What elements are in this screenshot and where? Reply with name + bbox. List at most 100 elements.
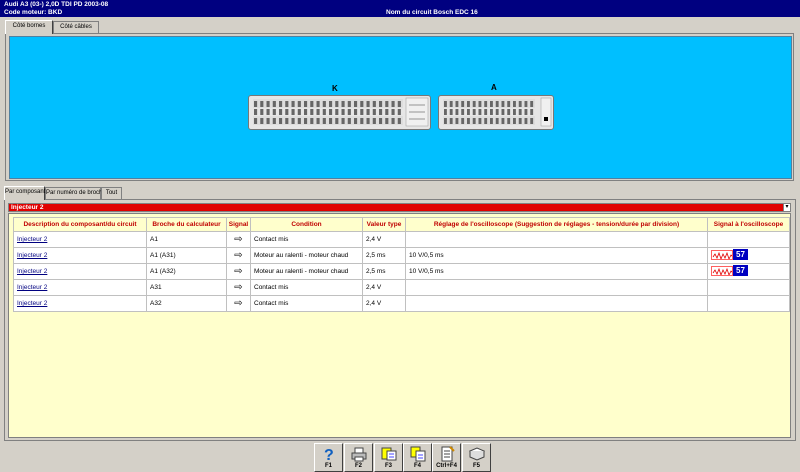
connector-pin xyxy=(366,109,370,115)
component-link[interactable]: Injecteur 2 xyxy=(13,231,147,248)
pin-cell: A31 xyxy=(146,279,227,296)
scope-signal-button[interactable]: 57 xyxy=(711,265,748,277)
col-header-reglage-oscilloscope: Réglage de l'oscilloscope (Suggestion de… xyxy=(405,217,708,232)
component-selector[interactable]: Injecteur 2 ▾ xyxy=(8,203,791,212)
scope-setting-cell: 10 V/0,5 ms xyxy=(405,247,708,264)
component-link[interactable]: Injecteur 2 xyxy=(13,295,147,312)
connector-pin xyxy=(279,118,283,124)
connector-pin xyxy=(260,109,264,115)
print-preview-button[interactable]: F3 xyxy=(374,443,403,472)
print-button[interactable]: F2 xyxy=(344,443,373,472)
manual-button[interactable]: F5 xyxy=(462,443,491,472)
results-table: Description du composant/du circuit Broc… xyxy=(13,217,790,312)
help-button[interactable]: ? F1 xyxy=(314,443,343,472)
connector-pin xyxy=(449,118,453,124)
connector-pin xyxy=(490,109,493,115)
connector-pin xyxy=(530,109,534,115)
col-header-signal-oscilloscope: Signal à l'oscilloscope xyxy=(707,217,790,232)
connector-pin xyxy=(472,109,476,115)
signal-arrow-icon[interactable]: ⇨ xyxy=(226,279,251,296)
connector-pin xyxy=(272,101,276,107)
connector-pin xyxy=(372,109,376,115)
connector-pin xyxy=(449,109,453,115)
key-label: F5 xyxy=(472,463,480,469)
col-header-signal: Signal xyxy=(226,217,251,232)
scope-signal-button[interactable]: 57 xyxy=(711,249,748,261)
tab-par-composant[interactable]: Par composant xyxy=(4,186,45,200)
connector-pin xyxy=(385,101,389,107)
connector-pin xyxy=(372,118,376,124)
connector-pin xyxy=(279,109,283,115)
connector-pin xyxy=(518,118,522,124)
scope-signal-number: 57 xyxy=(733,265,748,277)
connector-pin xyxy=(341,118,345,124)
connector-k[interactable] xyxy=(248,95,431,130)
notes-button[interactable]: Ctrl+F4 xyxy=(432,443,461,472)
signal-arrow-icon[interactable]: ⇨ xyxy=(226,295,251,312)
connector-pin xyxy=(444,118,447,124)
connector-pin xyxy=(484,101,488,107)
col-header-valeur-type: Valeur type xyxy=(362,217,406,232)
connector-pin xyxy=(266,109,270,115)
connector-pin xyxy=(507,118,511,124)
signal-arrow-icon[interactable]: ⇨ xyxy=(226,231,251,248)
scope-setting-cell xyxy=(405,279,708,296)
table-row: Injecteur 2 A1 ⇨ Contact mis 2,4 V xyxy=(13,231,790,248)
connector-a[interactable] xyxy=(438,95,554,130)
connector-a-label: A xyxy=(491,83,497,92)
vehicle-title: Audi A3 (03-) 2,0D TDI PD 2003-08 xyxy=(4,1,109,8)
connector-pin xyxy=(490,118,493,124)
table-row: Injecteur 2 A31 ⇨ Contact mis 2,4 V xyxy=(13,279,790,296)
print-icon xyxy=(351,447,367,462)
connector-pin xyxy=(360,101,364,107)
connector-pin xyxy=(472,118,476,124)
scope-signal-cell: 57 xyxy=(707,247,790,264)
table-row: Injecteur 2 A1 (A31) ⇨ Moteur au ralenti… xyxy=(13,247,790,264)
scope-setting-cell: 10 V/0,5 ms xyxy=(405,263,708,280)
scope-signal-number: 57 xyxy=(733,249,748,261)
value-cell: 2,5 ms xyxy=(362,247,406,264)
connector-pin xyxy=(285,109,289,115)
connector-pin xyxy=(461,109,465,115)
signal-arrow-icon[interactable]: ⇨ xyxy=(226,263,251,280)
connector-pin xyxy=(501,101,505,107)
value-cell: 2,5 ms xyxy=(362,263,406,280)
dropdown-arrow-icon[interactable]: ▾ xyxy=(783,203,791,212)
key-label: F1 xyxy=(324,463,332,469)
signal-arrow-icon[interactable]: ⇨ xyxy=(226,247,251,264)
scope-signal-cell xyxy=(707,295,790,312)
component-link[interactable]: Injecteur 2 xyxy=(13,279,147,296)
connector-pin xyxy=(272,118,276,124)
connector-pin xyxy=(335,109,339,115)
connector-pin xyxy=(478,118,482,124)
component-link[interactable]: Injecteur 2 xyxy=(13,247,147,264)
connector-pin xyxy=(322,101,326,107)
component-link[interactable]: Injecteur 2 xyxy=(13,263,147,280)
connector-pin xyxy=(513,109,516,115)
tab-cote-bornes[interactable]: Côté bornes xyxy=(5,20,53,34)
connector-pin xyxy=(297,118,301,124)
notes-icon xyxy=(441,446,455,462)
pin-cell: A1 xyxy=(146,231,227,248)
connector-pin xyxy=(484,118,488,124)
engine-code: Code moteur: BKD xyxy=(4,9,63,16)
connector-pin xyxy=(530,118,534,124)
value-cell: 2,4 V xyxy=(362,231,406,248)
connector-pin xyxy=(467,109,470,115)
connector-pin xyxy=(524,101,528,107)
connector-pin xyxy=(322,109,326,115)
connector-pin xyxy=(495,109,499,115)
connector-pin xyxy=(322,118,326,124)
connector-pin xyxy=(507,101,511,107)
copy-button[interactable]: F4 xyxy=(403,443,432,472)
key-label: F2 xyxy=(354,463,362,469)
connector-pin xyxy=(397,101,401,107)
condition-cell: Contact mis xyxy=(250,279,363,296)
connector-pin xyxy=(272,109,276,115)
connector-pin xyxy=(391,101,395,107)
title-bar: Audi A3 (03-) 2,0D TDI PD 2003-08 Code m… xyxy=(0,0,800,17)
table-row: Injecteur 2 A1 (A32) ⇨ Moteur au ralenti… xyxy=(13,263,790,280)
connector-pin xyxy=(467,118,470,124)
connector-pin xyxy=(518,101,522,107)
connector-pin xyxy=(254,109,258,115)
